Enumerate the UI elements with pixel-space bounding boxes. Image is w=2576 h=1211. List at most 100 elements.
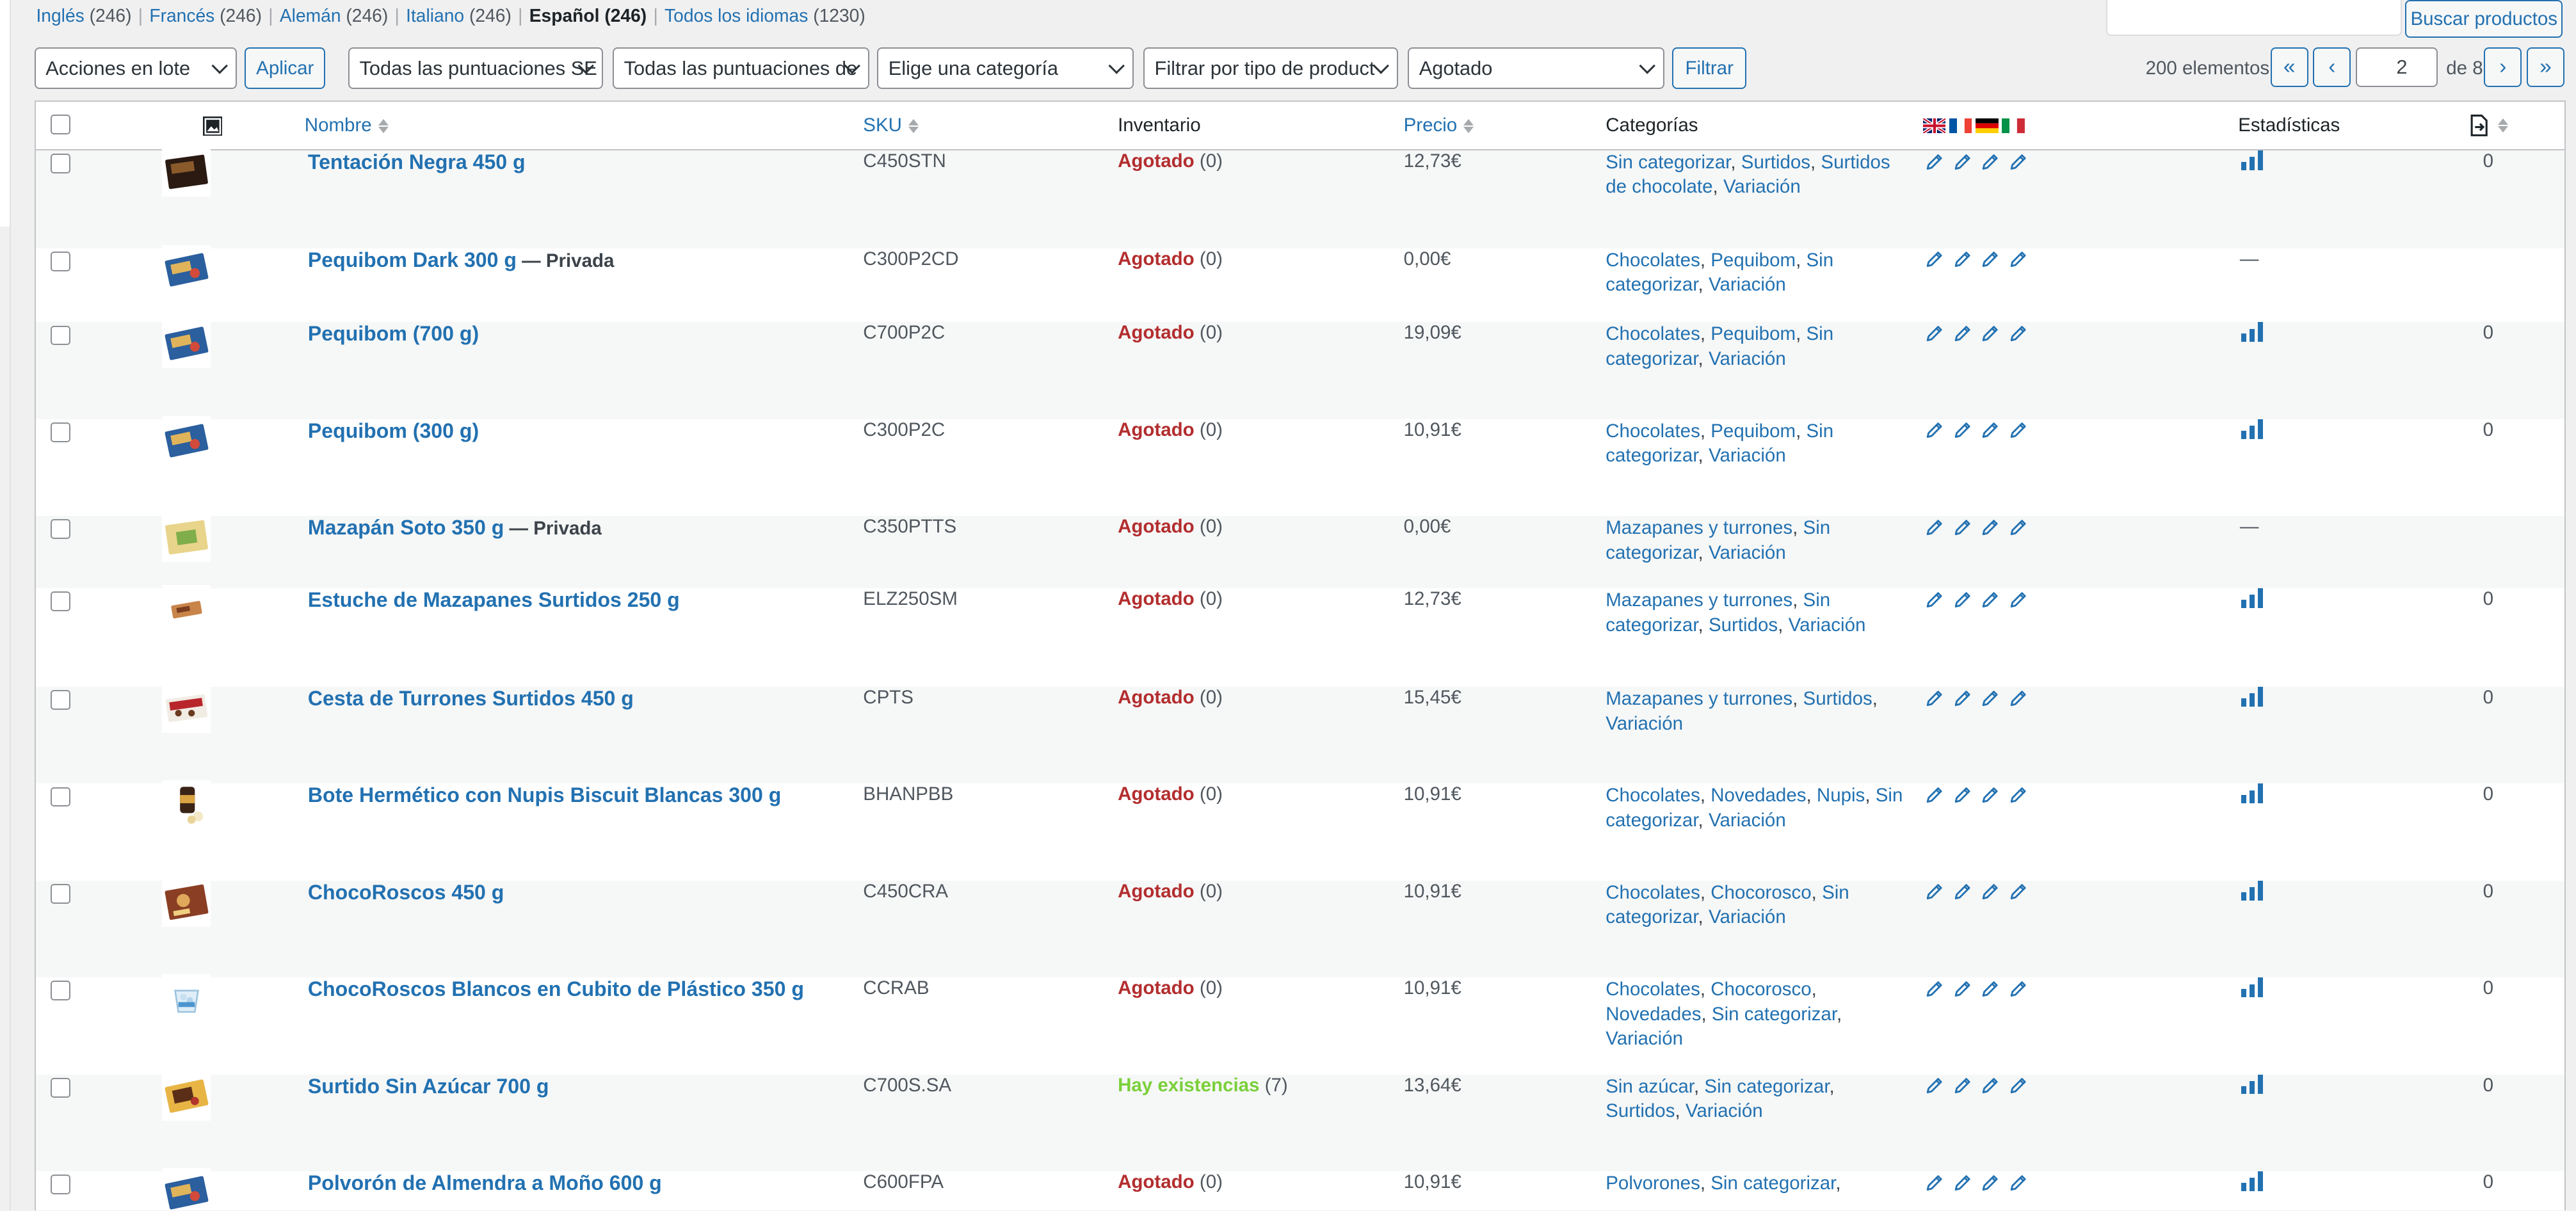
statistics-icon[interactable] — [2241, 150, 2453, 170]
language-item[interactable]: Francés (246) — [149, 5, 262, 26]
statistics-icon[interactable] — [2241, 977, 2453, 998]
current-page-input[interactable]: 2 — [2356, 47, 2438, 87]
edit-translation-en-icon[interactable] — [1924, 882, 1944, 902]
product-name-link[interactable]: ChocoRoscos Blancos en Cubito de Plástic… — [308, 977, 804, 1000]
category-link[interactable]: Variación — [1606, 713, 1683, 734]
product-thumbnail[interactable] — [161, 780, 211, 830]
row-checkbox[interactable] — [50, 325, 70, 346]
edit-translation-it-icon[interactable] — [2008, 979, 2028, 999]
category-link[interactable]: Variación — [1709, 445, 1786, 466]
category-link[interactable]: Chocolates — [1606, 250, 1700, 271]
edit-translation-en-icon[interactable] — [1924, 1173, 1944, 1193]
rating-filter-select[interactable]: Todas las puntuaciones SE — [348, 47, 603, 89]
column-sku[interactable]: SKU — [863, 100, 1118, 150]
edit-translation-fr-icon[interactable] — [1952, 689, 1972, 709]
edit-translation-de-icon[interactable] — [1980, 250, 2000, 269]
edit-translation-it-icon[interactable] — [2008, 785, 2028, 805]
category-link[interactable]: Surtidos — [1606, 1100, 1675, 1121]
edit-translation-de-icon[interactable] — [1980, 979, 2000, 999]
product-name-link[interactable]: Cesta de Turrones Surtidos 450 g — [308, 687, 634, 710]
apply-button[interactable]: Aplicar — [245, 47, 326, 89]
edit-translation-de-icon[interactable] — [1980, 1076, 2000, 1096]
edit-translation-fr-icon[interactable] — [1952, 324, 1972, 344]
language-label[interactable]: Francés — [149, 5, 214, 26]
language-item[interactable]: Inglés (246) — [36, 5, 131, 26]
category-link[interactable]: Variación — [1709, 906, 1786, 927]
category-link[interactable]: Variación — [1709, 810, 1786, 831]
category-link[interactable]: Pequibom — [1711, 421, 1796, 442]
category-link[interactable]: Sin categorizar — [1606, 152, 1730, 173]
edit-translation-en-icon[interactable] — [1924, 421, 1944, 440]
product-thumbnail[interactable] — [161, 877, 211, 927]
category-link[interactable]: Nupis — [1817, 785, 1865, 806]
statistics-icon[interactable] — [2241, 1171, 2453, 1191]
product-name-link[interactable]: Surtido Sin Azúcar 700 g — [308, 1075, 549, 1098]
category-link[interactable]: Pequibom — [1711, 250, 1796, 271]
edit-translation-it-icon[interactable] — [2008, 689, 2028, 709]
product-thumbnail[interactable] — [161, 147, 211, 196]
language-item[interactable]: Todos los idiomas (1230) — [664, 5, 865, 26]
product-name-link[interactable]: Mazapán Soto 350 g — [308, 516, 504, 539]
product-name-link[interactable]: ChocoRoscos 450 g — [308, 881, 504, 904]
product-thumbnail[interactable] — [161, 319, 211, 369]
product-type-select[interactable]: Filtrar por tipo de product — [1143, 47, 1398, 89]
next-page-button[interactable]: › — [2484, 47, 2522, 87]
category-link[interactable]: Mazapanes y turrones — [1606, 517, 1792, 538]
product-thumbnail[interactable] — [161, 1071, 211, 1121]
row-checkbox[interactable] — [50, 787, 70, 807]
select-all-checkbox[interactable] — [50, 114, 70, 134]
category-link[interactable]: Polvorones — [1606, 1173, 1700, 1194]
category-link[interactable]: Variación — [1606, 1028, 1683, 1049]
product-thumbnail[interactable] — [161, 1167, 211, 1211]
edit-translation-en-icon[interactable] — [1924, 1076, 1944, 1096]
category-link[interactable]: Novedades — [1606, 1004, 1701, 1025]
edit-translation-fr-icon[interactable] — [1952, 1076, 1972, 1096]
product-thumbnail[interactable] — [161, 584, 211, 634]
edit-translation-en-icon[interactable] — [1924, 250, 1944, 269]
category-link[interactable]: Variación — [1723, 176, 1801, 197]
edit-translation-fr-icon[interactable] — [1952, 590, 1972, 610]
statistics-icon[interactable] — [2241, 419, 2453, 439]
bulk-actions-select[interactable]: Acciones en lote — [34, 47, 237, 89]
product-name-link[interactable]: Estuche de Mazapanes Surtidos 250 g — [308, 588, 680, 611]
category-link[interactable]: Variación — [1789, 614, 1866, 636]
edit-translation-fr-icon[interactable] — [1952, 518, 1972, 538]
filter-button[interactable]: Filtrar — [1672, 47, 1746, 89]
stock-status-select[interactable]: Agotado — [1408, 47, 1664, 89]
row-checkbox[interactable] — [50, 519, 70, 540]
product-thumbnail[interactable] — [161, 415, 211, 465]
category-link[interactable]: Sin categorizar — [1704, 1076, 1829, 1097]
category-link[interactable]: Chocolates — [1606, 421, 1700, 442]
product-name-link[interactable]: Pequibom (300 g) — [308, 419, 479, 442]
product-name-link[interactable]: Polvorón de Almendra a Moño 600 g — [308, 1171, 662, 1194]
row-checkbox[interactable] — [50, 1175, 70, 1195]
category-link[interactable]: Chocorosco — [1711, 979, 1811, 1000]
edit-translation-fr-icon[interactable] — [1952, 250, 1972, 269]
category-link[interactable]: Mazapanes y turrones — [1606, 589, 1792, 611]
edit-translation-en-icon[interactable] — [1924, 979, 1944, 999]
edit-translation-fr-icon[interactable] — [1952, 882, 1972, 902]
edit-translation-it-icon[interactable] — [2008, 250, 2028, 269]
product-name-link[interactable]: Pequibom Dark 300 g — [308, 248, 517, 271]
category-link[interactable]: Surtidos — [1741, 152, 1810, 173]
product-thumbnail[interactable] — [161, 245, 211, 294]
category-link[interactable]: Sin azúcar — [1606, 1076, 1694, 1097]
last-page-button[interactable]: » — [2526, 47, 2564, 87]
edit-translation-de-icon[interactable] — [1980, 689, 2000, 709]
column-name[interactable]: Nombre — [305, 100, 864, 150]
language-item[interactable]: Italiano (246) — [406, 5, 511, 26]
language-label[interactable]: Inglés — [36, 5, 84, 26]
language-label[interactable]: Italiano — [406, 5, 464, 26]
category-link[interactable]: Chocorosco — [1711, 882, 1811, 903]
language-item[interactable]: Alemán (246) — [280, 5, 388, 26]
prev-page-button[interactable]: ‹ — [2313, 47, 2351, 87]
edit-translation-de-icon[interactable] — [1980, 590, 2000, 610]
category-link[interactable]: Sin categorizar — [1711, 1173, 1835, 1194]
edit-translation-fr-icon[interactable] — [1952, 785, 1972, 805]
edit-translation-it-icon[interactable] — [2008, 1173, 2028, 1193]
product-name-link[interactable]: Bote Hermético con Nupis Biscuit Blancas… — [308, 783, 781, 806]
row-checkbox[interactable] — [50, 884, 70, 904]
category-link[interactable]: Chocolates — [1606, 323, 1700, 344]
edit-translation-it-icon[interactable] — [2008, 518, 2028, 538]
row-checkbox[interactable] — [50, 154, 70, 173]
